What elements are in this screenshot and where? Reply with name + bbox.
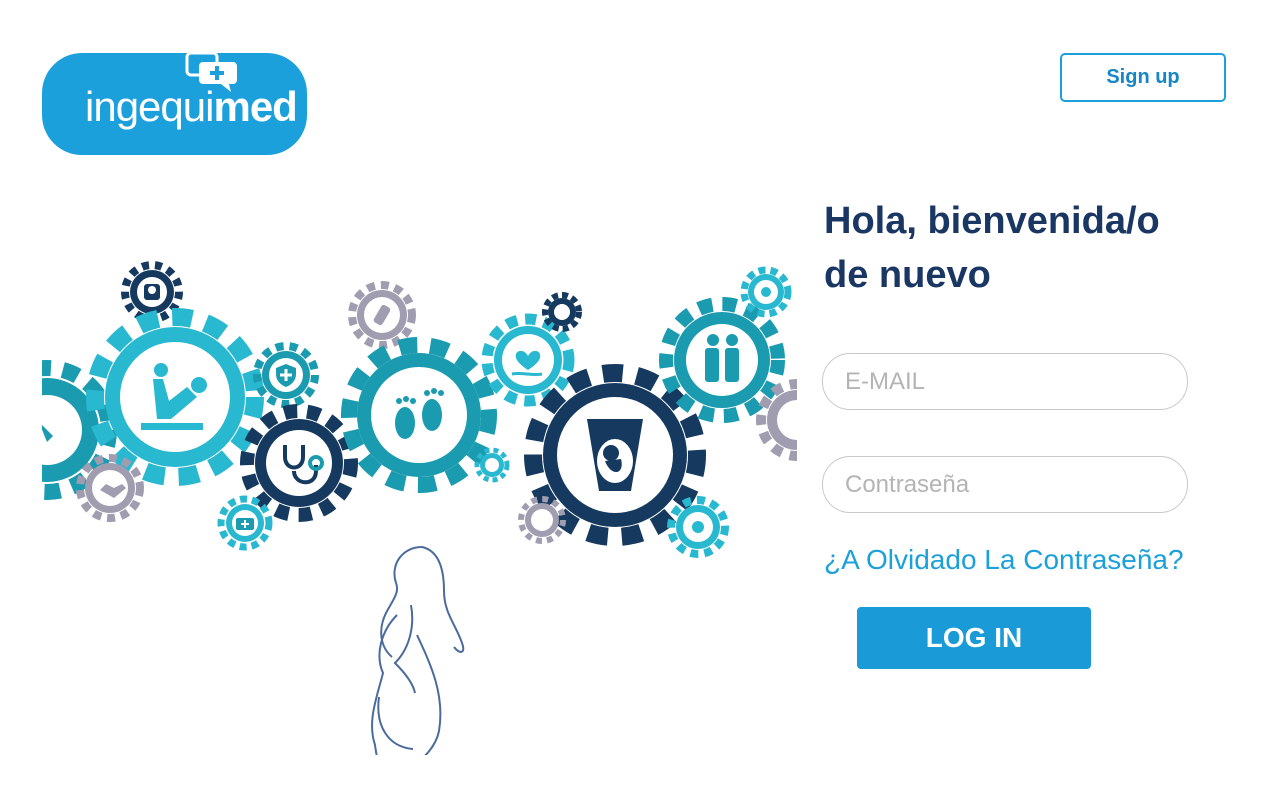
heart-hand-icon	[481, 313, 575, 407]
signup-button[interactable]: Sign up	[1060, 53, 1226, 102]
baby-bottle-icon	[348, 281, 416, 349]
password-field[interactable]	[822, 456, 1188, 513]
small-gray-gear	[518, 496, 566, 544]
brand-name-light: ingequi	[85, 83, 214, 130]
small-gear	[474, 447, 510, 483]
medical-scale-icon	[121, 261, 183, 323]
brand-logo[interactable]: ingequimed	[42, 51, 307, 155]
welcome-line-1: Hola, bienvenida/o	[824, 200, 1160, 242]
baby-feet-icon	[341, 337, 497, 493]
hero-illustration	[42, 261, 797, 755]
forgot-password-link[interactable]: ¿A Olvidado La Contraseña?	[824, 544, 1184, 576]
login-button[interactable]: LOG IN	[857, 607, 1091, 669]
stethoscope-icon	[240, 404, 358, 522]
fetus-icon	[740, 266, 792, 318]
family-icon	[659, 297, 785, 423]
email-field[interactable]	[822, 353, 1188, 410]
small-cyan-gear	[667, 496, 729, 558]
pregnant-woman-icon	[371, 546, 465, 755]
welcome-heading: Hola, bienvenida/o de nuevo	[824, 194, 1244, 302]
shield-cross-icon	[253, 342, 319, 408]
brand-name: ingequimed	[85, 83, 298, 131]
brand-name-bold: med	[213, 83, 297, 130]
welcome-line-2: de nuevo	[824, 254, 991, 296]
childbirth-icon	[86, 308, 264, 486]
